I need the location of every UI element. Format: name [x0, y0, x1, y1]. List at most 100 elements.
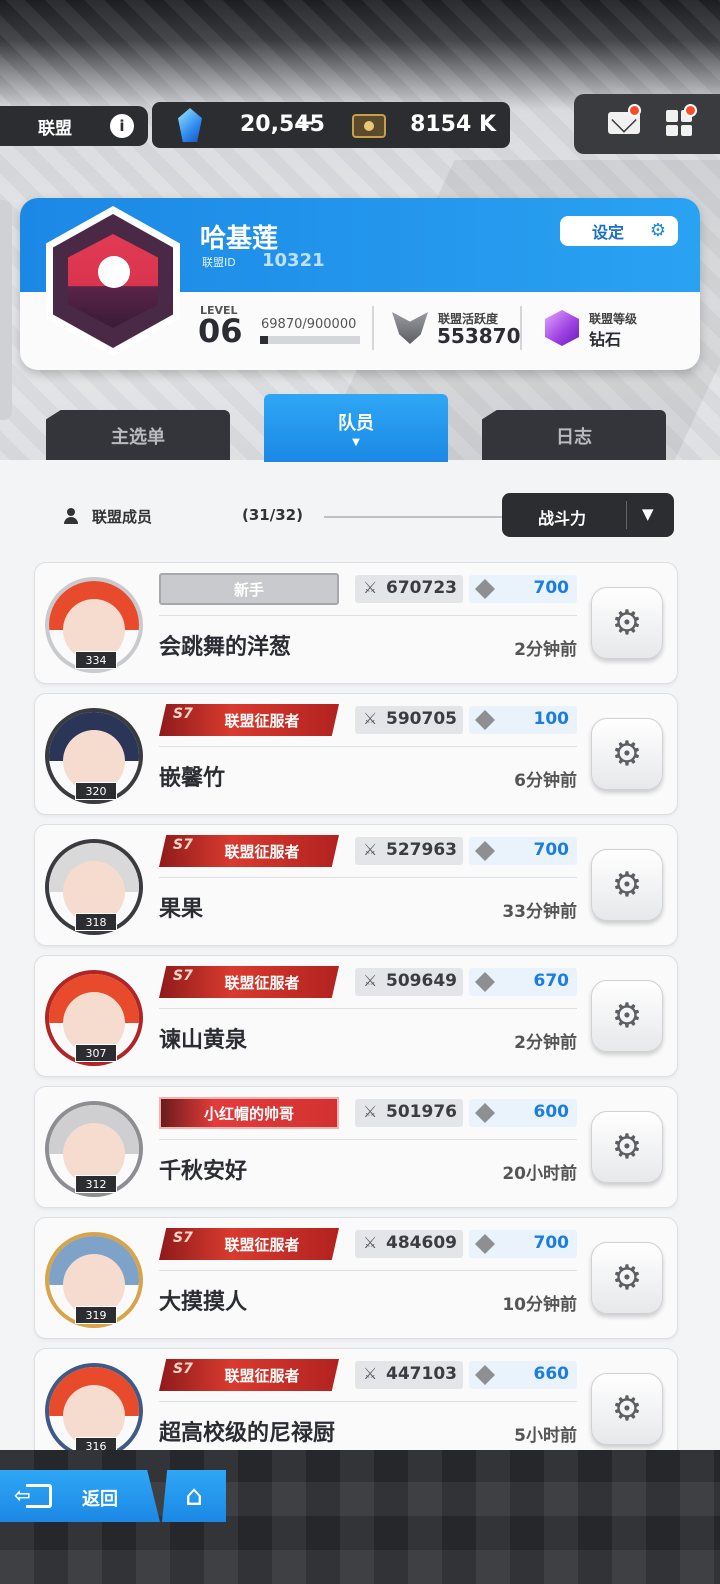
- divider: [159, 1139, 577, 1140]
- tab-log[interactable]: 日志: [482, 410, 666, 462]
- contribution-box: 670: [469, 968, 577, 996]
- member-settings-button[interactable]: ⚙: [591, 1242, 663, 1314]
- divider: [159, 615, 577, 616]
- gear-icon: ⚙: [611, 1127, 643, 1167]
- member-settings-button[interactable]: ⚙: [591, 587, 663, 659]
- member-last-seen: 2分钟前: [514, 1033, 577, 1053]
- member-name: 大摸摸人: [159, 1290, 248, 1315]
- member-name: 嵌馨竹: [159, 766, 226, 791]
- member-row[interactable]: 318 S7 联盟征服者 ⚔ 527963 700 果果 33分钟前 ⚙: [34, 824, 678, 946]
- gem-icon: [475, 841, 495, 861]
- member-row[interactable]: 312 小红帽的帅哥 ⚔ 501976 600 千秋安好 20小时前 ⚙: [34, 1086, 678, 1208]
- menu-notification-dot: [684, 104, 697, 117]
- power-box: ⚔ 527963: [355, 837, 463, 865]
- member-power: 447103: [386, 1364, 457, 1384]
- member-contribution: 700: [533, 840, 570, 860]
- alliance-id-label: 联盟ID: [202, 256, 236, 269]
- member-settings-button[interactable]: ⚙: [591, 1111, 663, 1183]
- member-last-seen: 20小时前: [502, 1164, 577, 1184]
- member-title: 联盟征服者: [224, 973, 300, 992]
- member-last-seen: 6分钟前: [514, 771, 577, 791]
- alliance-id: 10321: [262, 250, 325, 271]
- season-mark-icon: S7: [173, 968, 193, 984]
- season-mark-icon: S7: [173, 837, 193, 853]
- home-icon: ⌂: [185, 1479, 203, 1512]
- gear-icon: ⚙: [611, 996, 643, 1036]
- exp-text: 69870/900000: [261, 317, 357, 332]
- crossed-swords-icon: ⚔: [363, 709, 378, 728]
- gem-icon: [475, 710, 495, 730]
- member-title-badge: S7 联盟征服者: [159, 704, 339, 736]
- member-power: 527963: [386, 840, 457, 860]
- member-name: 果果: [159, 897, 204, 922]
- member-power: 484609: [386, 1233, 457, 1253]
- gem-icon: [475, 1365, 495, 1385]
- gem-icon: [475, 579, 495, 599]
- gear-icon: ⚙: [611, 1258, 643, 1298]
- contribution-box: 700: [469, 575, 577, 603]
- member-level-badge: 312: [75, 1175, 117, 1193]
- member-row[interactable]: 319 S7 联盟征服者 ⚔ 484609 700 大摸摸人 10分钟前 ⚙: [34, 1217, 678, 1339]
- members-label: 联盟成员: [92, 508, 153, 526]
- tab-main-menu[interactable]: 主选单: [46, 410, 230, 462]
- gear-icon: ⚙: [611, 1389, 643, 1429]
- info-icon[interactable]: i: [110, 114, 134, 138]
- activity-value: 553870: [437, 324, 521, 348]
- alliance-emblem: [46, 206, 180, 356]
- tab-members[interactable]: 队员 ▼: [264, 394, 448, 462]
- contribution-box: 700: [469, 1230, 577, 1258]
- alliance-settings-button[interactable]: 设定 ⚙: [560, 216, 678, 246]
- season-mark-icon: S7: [173, 706, 193, 722]
- power-box: ⚔ 590705: [355, 706, 463, 734]
- add-crystal-button[interactable]: +: [294, 108, 316, 138]
- gem-icon: [475, 1234, 495, 1254]
- alliance-header-tab[interactable]: 联盟 i: [0, 106, 148, 146]
- rank-label: 联盟等级: [589, 312, 638, 326]
- crossed-swords-icon: ⚔: [363, 1233, 378, 1252]
- divider: [372, 306, 374, 350]
- member-title-badge: S7 联盟征服者: [159, 835, 339, 867]
- gear-icon: ⚙: [611, 865, 643, 905]
- gem-icon: [475, 972, 495, 992]
- member-title: 联盟征服者: [224, 1235, 300, 1254]
- member-power: 509649: [386, 971, 457, 991]
- rank-value: 钻石: [589, 330, 622, 349]
- member-settings-button[interactable]: ⚙: [591, 849, 663, 921]
- power-box: ⚔ 670723: [355, 575, 463, 603]
- gear-icon: ⚙: [649, 220, 666, 241]
- sort-dropdown[interactable]: 战斗力 ▼: [502, 493, 674, 537]
- resource-bar: 20,545 + 8154 K: [152, 102, 510, 148]
- home-button[interactable]: ⌂: [162, 1470, 226, 1522]
- member-settings-button[interactable]: ⚙: [591, 1373, 663, 1445]
- member-name: 谏山黄泉: [159, 1028, 248, 1053]
- member-row[interactable]: 334 新手 ⚔ 670723 700 会跳舞的洋葱 2分钟前 ⚙: [34, 562, 678, 684]
- member-name: 千秋安好: [159, 1159, 248, 1184]
- member-title: 联盟征服者: [224, 1366, 300, 1385]
- member-title-badge: S7 联盟征服者: [159, 1359, 339, 1391]
- back-label: 返回: [82, 1489, 118, 1510]
- member-contribution: 700: [533, 1233, 570, 1253]
- crossed-swords-icon: ⚔: [363, 971, 378, 990]
- member-title-badge: S7 联盟征服者: [159, 1228, 339, 1260]
- member-level-badge: 307: [75, 1044, 117, 1062]
- back-button[interactable]: 返回: [0, 1470, 160, 1522]
- member-power: 670723: [386, 578, 457, 598]
- member-title: 新手: [233, 580, 264, 599]
- top-right-panel: [574, 94, 720, 154]
- season-mark-icon: S7: [173, 1361, 193, 1377]
- mail-notification-dot: [628, 104, 641, 117]
- season-mark-icon: S7: [173, 1230, 193, 1246]
- side-drawer-handle[interactable]: [0, 200, 12, 420]
- power-box: ⚔ 509649: [355, 968, 463, 996]
- member-row[interactable]: 320 S7 联盟征服者 ⚔ 590705 100 嵌馨竹 6分钟前 ⚙: [34, 693, 678, 815]
- divider: [159, 1401, 577, 1402]
- member-row[interactable]: 307 S7 联盟征服者 ⚔ 509649 670 谏山黄泉 2分钟前 ⚙: [34, 955, 678, 1077]
- member-title-badge: 新手: [159, 573, 339, 605]
- gear-icon: ⚙: [611, 603, 643, 643]
- member-settings-button[interactable]: ⚙: [591, 718, 663, 790]
- power-box: ⚔ 447103: [355, 1361, 463, 1389]
- member-title: 小红帽的帅哥: [203, 1104, 294, 1123]
- member-name: 超高校级的尼禄厨: [159, 1421, 336, 1446]
- member-last-seen: 5小时前: [514, 1426, 577, 1446]
- member-settings-button[interactable]: ⚙: [591, 980, 663, 1052]
